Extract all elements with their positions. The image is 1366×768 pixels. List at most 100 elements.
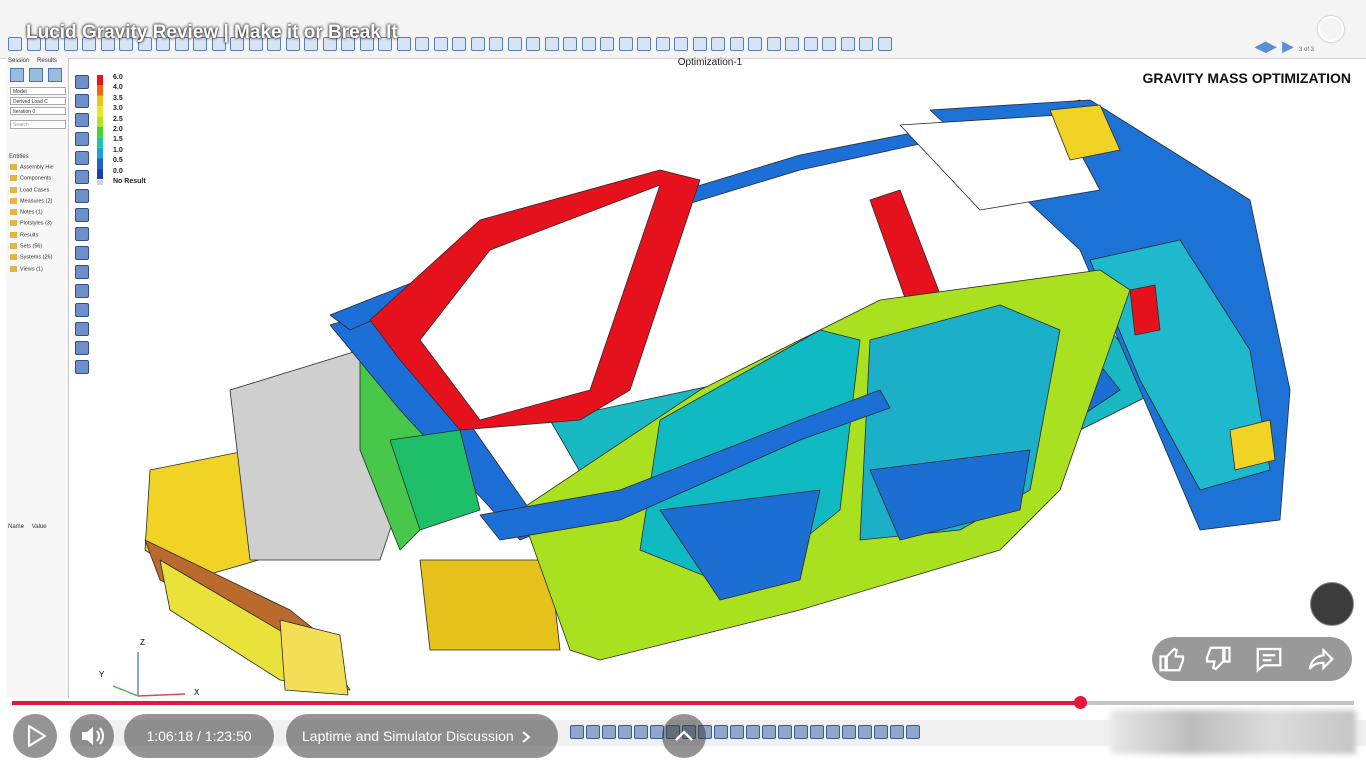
toolbar-tool-icon[interactable]	[785, 37, 799, 51]
bottom-tool-icon[interactable]	[634, 725, 648, 739]
toolbar-tool-icon[interactable]	[711, 37, 725, 51]
bottom-tool-icon[interactable]	[858, 725, 872, 739]
bottom-tool-icon[interactable]	[618, 725, 632, 739]
toolbar-tool-icon[interactable]	[470, 37, 485, 51]
model-icon[interactable]	[10, 68, 24, 82]
video-title[interactable]: Lucid Gravity Review | Make it or Break …	[26, 22, 398, 44]
toolbar-tool-icon[interactable]	[803, 37, 818, 51]
side-tool-icon[interactable]	[75, 113, 89, 127]
progress-scrubber[interactable]	[1074, 696, 1088, 709]
bottom-tool-icon[interactable]	[906, 725, 920, 739]
tree-item[interactable]: Views (1)	[10, 265, 54, 277]
toolbar-tool-icon[interactable]	[489, 37, 503, 51]
side-tool-icon[interactable]	[75, 341, 89, 355]
cube-icon[interactable]	[48, 68, 62, 82]
toolbar-tool-icon[interactable]	[581, 37, 596, 51]
side-tool-icon[interactable]	[75, 208, 89, 222]
bottom-tool-icon[interactable]	[730, 725, 744, 739]
toolbar-tool-icon[interactable]	[433, 37, 448, 51]
comment-icon[interactable]	[1254, 644, 1284, 674]
bottom-tool-icon[interactable]	[714, 725, 728, 739]
toolbar-tool-icon[interactable]	[637, 37, 651, 51]
chapter-button[interactable]: Laptime and Simulator Discussion	[286, 714, 558, 758]
contour-icon[interactable]	[29, 68, 43, 82]
toolbar-tool-icon[interactable]	[674, 37, 688, 51]
thumbs-down-icon[interactable]	[1202, 644, 1232, 674]
toolbar-tool-icon[interactable]	[822, 37, 836, 51]
toolbar-tool-icon[interactable]	[507, 37, 522, 51]
toolbar-tool-icon[interactable]	[655, 37, 670, 51]
tree-item[interactable]: Load Cases	[10, 186, 54, 198]
tree-item[interactable]: Plotstyles (3)	[10, 220, 54, 231]
toolbar-tool-icon[interactable]	[840, 37, 855, 51]
model-dropdown[interactable]: Model	[10, 87, 66, 95]
toolbar-tool-icon[interactable]	[859, 37, 873, 51]
bottom-tool-icon[interactable]	[586, 725, 600, 739]
bottom-tool-icon[interactable]	[570, 725, 584, 739]
tree-item[interactable]: Results	[10, 231, 54, 243]
share-icon[interactable]	[1306, 644, 1336, 674]
tab-session[interactable]: Session	[8, 58, 29, 64]
side-tool-icon[interactable]	[75, 246, 89, 260]
tree-item[interactable]: Assembly Hie	[10, 164, 54, 175]
tree-item[interactable]: Components	[10, 175, 54, 186]
prev-page-icon[interactable]: ◀▶	[1255, 38, 1277, 54]
side-tool-icon[interactable]	[75, 284, 89, 298]
page-navigation[interactable]: ◀▶ ▶ 3 of 3	[1253, 38, 1314, 55]
side-tool-icon[interactable]	[75, 303, 89, 317]
bottom-tool-icon[interactable]	[762, 725, 776, 739]
legend-value: 6.0	[113, 74, 123, 81]
bottom-tool-icon[interactable]	[826, 725, 840, 739]
progress-bar[interactable]	[12, 696, 1354, 709]
loadcase-dropdown[interactable]: Derived Load C	[10, 97, 66, 105]
viewport-title: Optimization-1	[677, 57, 743, 68]
toolbar-tool-icon[interactable]	[544, 37, 559, 51]
bottom-tool-icon[interactable]	[810, 725, 824, 739]
side-tool-icon[interactable]	[75, 189, 89, 203]
toolbar-tool-icon[interactable]	[600, 37, 614, 51]
toolbar-tool-icon[interactable]	[452, 37, 466, 51]
side-tool-icon[interactable]	[75, 360, 89, 374]
tab-results[interactable]: Results	[37, 58, 57, 64]
expand-button[interactable]	[662, 714, 706, 758]
side-tool-icon[interactable]	[75, 170, 89, 184]
tree-item[interactable]: Notes (1)	[10, 209, 54, 220]
side-tool-icon[interactable]	[75, 75, 89, 89]
toolbar-tool-icon[interactable]	[877, 37, 892, 51]
toolbar-tool-icon[interactable]	[766, 37, 781, 51]
channel-avatar-button[interactable]	[1310, 582, 1354, 626]
toolbar-tool-icon[interactable]	[526, 37, 540, 51]
toolbar-tool-icon[interactable]	[415, 37, 429, 51]
bottom-tool-icon[interactable]	[794, 725, 808, 739]
side-tool-icon[interactable]	[75, 151, 89, 165]
thumbs-up-icon[interactable]	[1158, 644, 1188, 674]
play-button[interactable]	[13, 714, 57, 758]
side-tool-icon[interactable]	[75, 94, 89, 108]
bottom-tool-icon[interactable]	[890, 725, 904, 739]
toolbar-tool-icon[interactable]	[748, 37, 762, 51]
toolbar-tool-icon[interactable]	[396, 37, 411, 51]
bottom-tool-icon[interactable]	[874, 725, 888, 739]
toolbar-tool-icon[interactable]	[692, 37, 707, 51]
toolbar-tool-icon[interactable]	[8, 37, 22, 51]
panel-search-input[interactable]: Search	[10, 120, 66, 129]
vertical-toolstrip[interactable]	[72, 70, 92, 374]
bottom-tool-icon[interactable]	[778, 725, 792, 739]
bottom-tool-icon[interactable]	[602, 725, 616, 739]
tree-item[interactable]: Sets (56)	[10, 243, 54, 254]
next-page-icon[interactable]: ▶	[1282, 38, 1293, 54]
side-tool-icon[interactable]	[75, 132, 89, 146]
toolbar-tool-icon[interactable]	[729, 37, 744, 51]
tree-item[interactable]: Systems (26)	[10, 254, 54, 265]
iteration-dropdown[interactable]: Iteration 0	[10, 107, 66, 115]
car-body-contour-plot[interactable]	[100, 90, 1340, 700]
bottom-tool-icon[interactable]	[746, 725, 760, 739]
side-tool-icon[interactable]	[75, 227, 89, 241]
side-tool-icon[interactable]	[75, 322, 89, 336]
toolbar-tool-icon[interactable]	[618, 37, 633, 51]
bottom-tool-icon[interactable]	[842, 725, 856, 739]
tree-item[interactable]: Measures (2)	[10, 197, 54, 209]
toolbar-tool-icon[interactable]	[563, 37, 577, 51]
volume-button[interactable]	[70, 714, 114, 758]
side-tool-icon[interactable]	[75, 265, 89, 279]
